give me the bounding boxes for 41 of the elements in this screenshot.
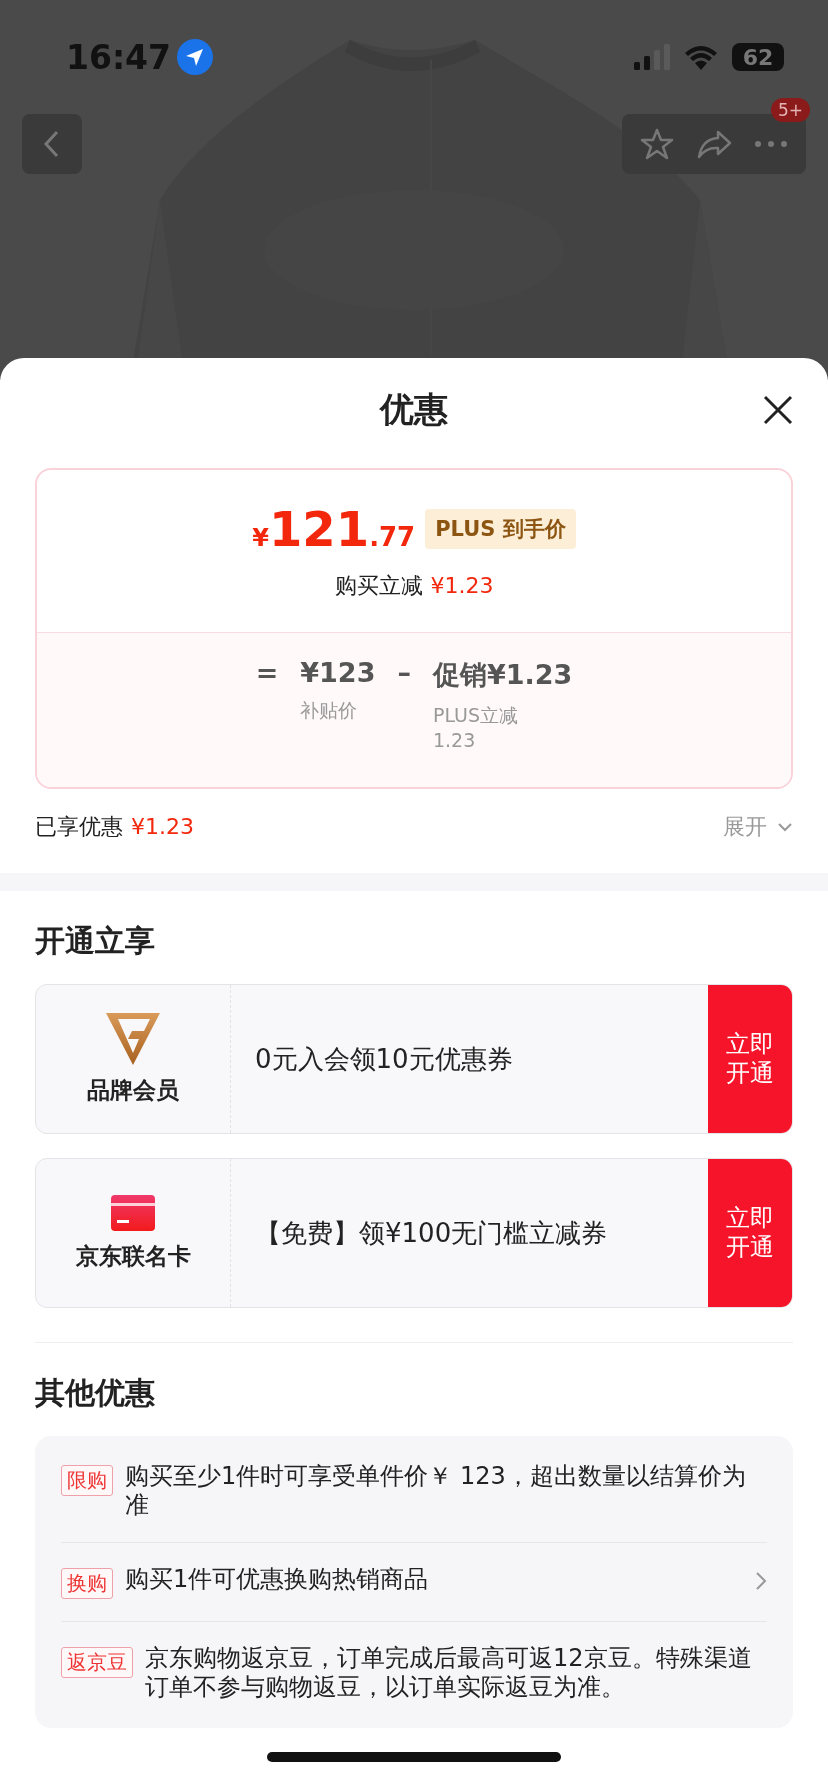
location-icon bbox=[177, 39, 214, 75]
offer-text: 购买1件可优惠换购热销商品 bbox=[125, 1565, 430, 1594]
discount-text: 购买立减 ¥1.23 bbox=[334, 572, 494, 600]
status-time: 16:47 bbox=[66, 37, 172, 77]
operator-sign: = bbox=[255, 657, 279, 688]
notification-badge: 5+ bbox=[770, 98, 810, 122]
activate-button[interactable]: 立即开通 bbox=[708, 1159, 792, 1307]
close-icon bbox=[762, 394, 794, 426]
operator-sign: – bbox=[397, 657, 411, 688]
price-tag: PLUS 到手价 bbox=[425, 509, 576, 549]
chevron-right-icon[interactable] bbox=[755, 1571, 767, 1591]
term-caption: PLUS立减 1.23 bbox=[432, 703, 519, 753]
close-button[interactable] bbox=[762, 394, 794, 426]
activate-button[interactable]: 立即开通 bbox=[708, 985, 792, 1133]
battery-icon: 62 bbox=[732, 43, 784, 71]
offer-text: 购买至少1件时可享受单件价￥ 123，超出数量以结算价为准 bbox=[125, 1462, 747, 1520]
price-term: 促销¥1.23 bbox=[432, 658, 573, 692]
offer-text: 京东购物返京豆，订单完成后最高可返12京豆。特殊渠道订单不参与购物返豆，以订单实际返豆为准。 bbox=[145, 1644, 753, 1702]
offer-text: 0元入会领10元优惠券 bbox=[255, 1042, 513, 1076]
sheet-title: 优惠 bbox=[380, 388, 448, 431]
savings-text: 已享优惠 ¥1.23 bbox=[35, 813, 194, 841]
share-icon bbox=[696, 129, 732, 159]
offer-tag: 返京豆 bbox=[61, 1647, 133, 1678]
signal-icon bbox=[634, 44, 670, 70]
section-title: 开通立享 bbox=[35, 922, 156, 960]
member-name: 京东联名卡 bbox=[75, 1241, 191, 1271]
section-title: 其他优惠 bbox=[35, 1374, 156, 1412]
offer-text: 【免费】领¥100无门槛立减券 bbox=[255, 1216, 608, 1250]
more-icon bbox=[754, 140, 788, 148]
price-term: ¥123 bbox=[300, 657, 376, 688]
member-name: 品牌会员 bbox=[87, 1075, 179, 1105]
wifi-icon bbox=[684, 44, 718, 70]
offer-tag: 换购 bbox=[61, 1568, 113, 1599]
credit-card-icon bbox=[111, 1194, 155, 1231]
v-logo-icon bbox=[106, 1012, 160, 1065]
offer-tag: 限购 bbox=[61, 1465, 113, 1496]
back-button[interactable] bbox=[22, 114, 82, 174]
expand-button[interactable]: 展开 bbox=[723, 812, 793, 842]
term-caption: 补贴价 bbox=[300, 698, 359, 723]
final-price: ¥121.77 bbox=[252, 501, 416, 557]
star-icon bbox=[640, 127, 674, 161]
